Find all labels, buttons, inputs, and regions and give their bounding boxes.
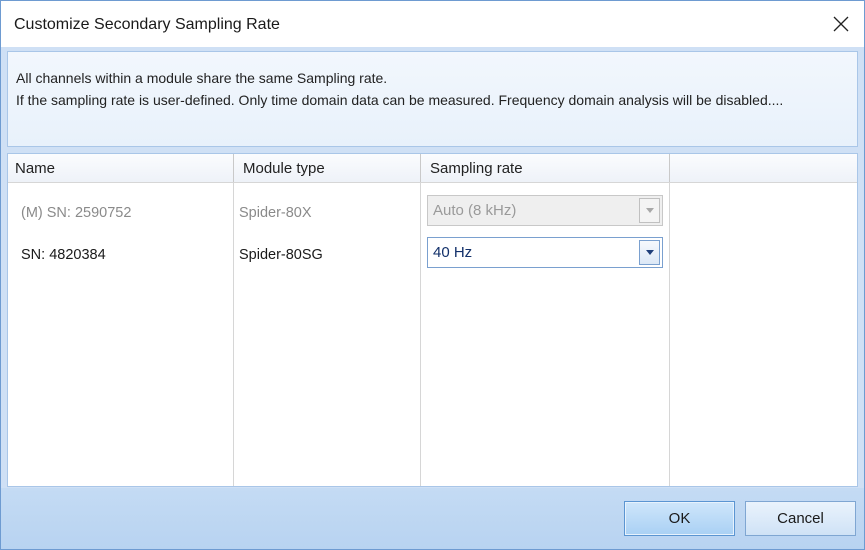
- button-bar: OK Cancel: [1, 488, 864, 549]
- sampling-rate-value: 40 Hz: [433, 244, 473, 261]
- column-header-module-type[interactable]: Module type: [243, 160, 325, 177]
- dropdown-button: [639, 198, 660, 223]
- sampling-rate-select: Auto (8 kHz): [427, 195, 663, 226]
- row-module-type: Spider-80X: [239, 205, 312, 221]
- info-line-2: If the sampling rate is user-defined. On…: [16, 92, 784, 108]
- row-name: (M) SN: 2590752: [21, 205, 132, 221]
- table-row[interactable]: (M) SN: 2590752 Spider-80X Auto (8 kHz): [8, 194, 857, 234]
- info-line-1: All channels within a module share the s…: [16, 70, 388, 86]
- row-module-type: Spider-80SG: [239, 247, 323, 263]
- table-row[interactable]: SN: 4820384 Spider-80SG 40 Hz: [8, 236, 857, 276]
- module-grid: Name Module type Sampling rate (M) SN: 2…: [7, 153, 858, 487]
- sampling-rate-select[interactable]: 40 Hz: [427, 237, 663, 268]
- sampling-rate-value: Auto (8 kHz): [433, 202, 517, 219]
- dropdown-button[interactable]: [639, 240, 660, 265]
- title-bar[interactable]: Customize Secondary Sampling Rate: [1, 1, 864, 47]
- chevron-down-icon: [645, 208, 654, 213]
- dialog-window: Customize Secondary Sampling Rate All ch…: [0, 0, 865, 550]
- column-header-sampling-rate[interactable]: Sampling rate: [430, 160, 523, 177]
- window-title: Customize Secondary Sampling Rate: [14, 16, 280, 33]
- cancel-button[interactable]: Cancel: [745, 501, 856, 536]
- chevron-down-icon: [645, 250, 654, 255]
- close-icon: [833, 16, 849, 32]
- grid-header: Name Module type Sampling rate: [8, 154, 857, 183]
- row-name: SN: 4820384: [21, 247, 106, 263]
- column-header-name[interactable]: Name: [15, 160, 55, 177]
- ok-button[interactable]: OK: [624, 501, 735, 536]
- info-panel: All channels within a module share the s…: [7, 51, 858, 147]
- close-button[interactable]: [818, 1, 864, 47]
